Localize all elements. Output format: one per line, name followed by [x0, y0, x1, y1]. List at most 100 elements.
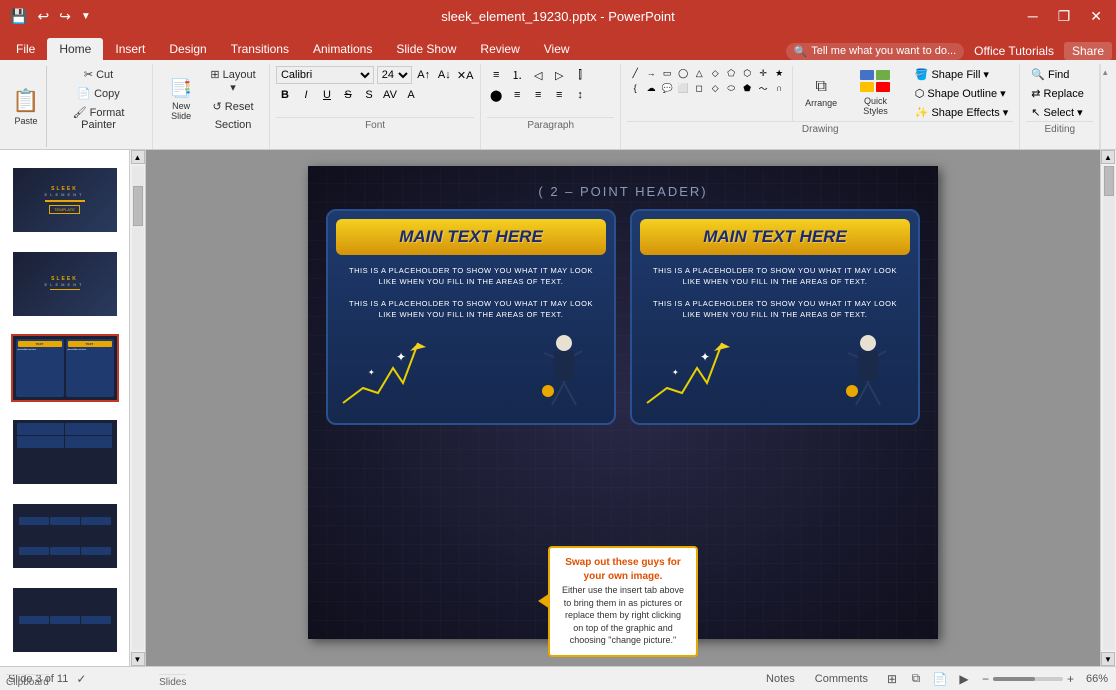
section-button[interactable]: Section: [203, 117, 263, 133]
shape-plus[interactable]: ✛: [755, 66, 771, 80]
increase-indent-button[interactable]: ▷: [550, 66, 568, 84]
slide-thumb-1[interactable]: 1 ★ SLEEK ELEMENT TEMPLATE: [11, 166, 119, 234]
font-color-button[interactable]: A: [402, 86, 420, 104]
arrange-button[interactable]: ⧉ Arrange: [799, 66, 843, 120]
slide-col-left[interactable]: MAIN TEXT HERE THIS IS A PLACEHOLDER TO …: [326, 209, 616, 425]
slide-canvas[interactable]: ( 2 – POINT HEADER) MAIN TEXT HERE THIS …: [308, 166, 938, 639]
italic-button[interactable]: I: [297, 86, 315, 104]
shape-flow4[interactable]: ⬭: [723, 81, 739, 95]
slide-thumb-5[interactable]: 5: [11, 502, 119, 570]
share-button[interactable]: Share: [1064, 42, 1112, 60]
shape-diamond[interactable]: ◇: [707, 66, 723, 80]
quick-styles-button[interactable]: Quick Styles: [849, 66, 902, 120]
slides-scroll-thumb[interactable]: [133, 186, 143, 226]
office-tutorials-link[interactable]: Office Tutorials: [974, 44, 1054, 58]
redo-icon[interactable]: ↪: [59, 8, 71, 25]
format-painter-button[interactable]: 🖌 Format Painter: [51, 104, 146, 133]
justify-button[interactable]: ≡: [550, 86, 568, 104]
comments-button[interactable]: Comments: [809, 671, 874, 687]
align-left-button[interactable]: ⬤: [487, 86, 505, 104]
bullets-button[interactable]: ≡: [487, 66, 505, 84]
shape-pentagon[interactable]: ⬠: [723, 66, 739, 80]
replace-button[interactable]: ⇄ Replace: [1026, 85, 1093, 102]
copy-button[interactable]: 📄 Copy: [51, 85, 146, 102]
tab-file[interactable]: File: [4, 38, 47, 60]
shape-rect[interactable]: ▭: [659, 66, 675, 80]
normal-view-icon[interactable]: ⊞: [882, 671, 902, 687]
add-column-button[interactable]: ⫿: [571, 66, 589, 84]
find-button[interactable]: 🔍 Find: [1026, 66, 1093, 83]
shape-cloud[interactable]: ☁: [643, 81, 659, 95]
shape-outline-button[interactable]: ⬡ Shape Outline ▾: [910, 85, 1014, 102]
shape-triangle[interactable]: △: [691, 66, 707, 80]
shape-arc[interactable]: ∩: [771, 81, 787, 95]
shape-line[interactable]: ╱: [627, 66, 643, 80]
paste-button[interactable]: 📋 Paste: [6, 66, 46, 147]
align-right-button[interactable]: ≡: [529, 86, 547, 104]
slide-col-right[interactable]: MAIN TEXT HERE THIS IS A PLACEHOLDER TO …: [630, 209, 920, 425]
font-family-select[interactable]: Calibri: [276, 66, 374, 84]
decrease-indent-button[interactable]: ◁: [529, 66, 547, 84]
zoom-in-icon[interactable]: +: [1067, 672, 1074, 686]
close-button[interactable]: ✕: [1084, 6, 1108, 27]
slide-thumb-2[interactable]: 2 SLEEK ELEMENT: [11, 250, 119, 318]
shape-flow1[interactable]: ⬜: [675, 81, 691, 95]
bold-button[interactable]: B: [276, 86, 294, 104]
shape-arrow[interactable]: →: [643, 66, 659, 80]
reading-view-icon[interactable]: 📄: [930, 671, 950, 687]
slide-thumb-3[interactable]: 3 TEXT placeholder text here TEXT placeh…: [11, 334, 119, 402]
shape-callout[interactable]: 💬: [659, 81, 675, 95]
scroll-down-arrow[interactable]: ▼: [131, 652, 145, 666]
increase-font-button[interactable]: A↑: [415, 66, 433, 84]
align-center-button[interactable]: ≡: [508, 86, 526, 104]
ribbon-expand[interactable]: ▲: [1100, 64, 1116, 149]
shape-flow2[interactable]: ◻: [691, 81, 707, 95]
shape-fill-button[interactable]: 🪣 Shape Fill ▾: [910, 66, 1014, 83]
slideshow-view-icon[interactable]: ▶: [954, 671, 974, 687]
customize-icon[interactable]: ▼: [81, 11, 91, 22]
slide-thumb-6[interactable]: 6: [11, 586, 119, 654]
minimize-button[interactable]: ─: [1022, 6, 1044, 26]
scroll-up-arrow[interactable]: ▲: [131, 150, 145, 164]
tab-slideshow[interactable]: Slide Show: [384, 38, 468, 60]
right-scrollbar[interactable]: ▲ ▼: [1100, 150, 1116, 666]
strikethrough-button[interactable]: S: [339, 86, 357, 104]
zoom-out-icon[interactable]: −: [982, 672, 989, 686]
line-spacing-button[interactable]: ↕: [571, 86, 589, 104]
shape-bracket[interactable]: {: [627, 81, 643, 95]
save-icon[interactable]: 💾: [10, 8, 27, 25]
zoom-level[interactable]: 66%: [1078, 673, 1108, 685]
notes-button[interactable]: Notes: [760, 671, 801, 687]
zoom-slider[interactable]: [993, 677, 1063, 681]
right-scroll-up[interactable]: ▲: [1101, 150, 1115, 164]
slide-thumb-4[interactable]: 4: [11, 418, 119, 486]
select-button[interactable]: ↖ Select ▾: [1026, 104, 1093, 121]
right-scroll-down[interactable]: ▼: [1101, 652, 1115, 666]
tab-design[interactable]: Design: [157, 38, 218, 60]
tab-home[interactable]: Home: [47, 38, 103, 60]
layout-button[interactable]: ⊞ Layout ▾: [203, 66, 263, 96]
tab-insert[interactable]: Insert: [103, 38, 157, 60]
shape-flow5[interactable]: ⬟: [739, 81, 755, 95]
shape-curve[interactable]: 〜: [755, 81, 771, 95]
shape-hex[interactable]: ⬡: [739, 66, 755, 80]
slides-scrollbar[interactable]: ▲ ▼: [130, 150, 146, 666]
right-scroll-thumb[interactable]: [1104, 166, 1114, 196]
font-size-select[interactable]: 24: [377, 66, 412, 84]
new-slide-button[interactable]: 📑 NewSlide: [159, 66, 203, 133]
shape-flow3[interactable]: ◇: [707, 81, 723, 95]
shape-effects-button[interactable]: ✨ Shape Effects ▾: [910, 104, 1014, 121]
char-spacing-button[interactable]: AV: [381, 86, 399, 104]
restore-button[interactable]: ❐: [1052, 6, 1077, 27]
numbering-button[interactable]: ⒈: [508, 66, 526, 84]
decrease-font-button[interactable]: A↓: [436, 66, 454, 84]
undo-icon[interactable]: ↩: [37, 8, 49, 25]
underline-button[interactable]: U: [318, 86, 336, 104]
tab-transitions[interactable]: Transitions: [219, 38, 301, 60]
tell-me-box[interactable]: 🔍 Tell me what you want to do...: [786, 43, 965, 60]
shape-star[interactable]: ★: [771, 66, 787, 80]
tab-animations[interactable]: Animations: [301, 38, 384, 60]
tab-review[interactable]: Review: [468, 38, 531, 60]
text-shadow-button[interactable]: S: [360, 86, 378, 104]
tab-view[interactable]: View: [532, 38, 582, 60]
